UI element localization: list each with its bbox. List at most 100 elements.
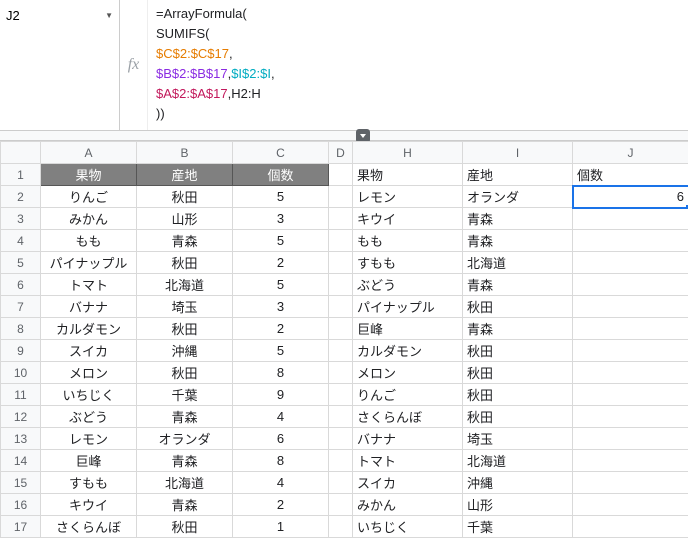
cell-D12[interactable] bbox=[329, 406, 353, 428]
cell-J4[interactable] bbox=[573, 230, 688, 252]
cell-B7[interactable]: 埼玉 bbox=[137, 296, 233, 318]
cell-D7[interactable] bbox=[329, 296, 353, 318]
cell-J6[interactable] bbox=[573, 274, 688, 296]
cell-A5[interactable]: パイナップル bbox=[41, 252, 137, 274]
cell-J1[interactable]: 個数 bbox=[573, 164, 688, 186]
cell-I15[interactable]: 沖縄 bbox=[463, 472, 573, 494]
cell-I16[interactable]: 山形 bbox=[463, 494, 573, 516]
cell-D17[interactable] bbox=[329, 516, 353, 538]
cell-B2[interactable]: 秋田 bbox=[137, 186, 233, 208]
cell-H12[interactable]: さくらんぼ bbox=[353, 406, 463, 428]
cell-I3[interactable]: 青森 bbox=[463, 208, 573, 230]
cell-H11[interactable]: りんご bbox=[353, 384, 463, 406]
cell-J7[interactable] bbox=[573, 296, 688, 318]
cell-H5[interactable]: すもも bbox=[353, 252, 463, 274]
cell-D2[interactable] bbox=[329, 186, 353, 208]
cell-B14[interactable]: 青森 bbox=[137, 450, 233, 472]
cell-I7[interactable]: 秋田 bbox=[463, 296, 573, 318]
cell-C16[interactable]: 2 bbox=[233, 494, 329, 516]
cell-B1[interactable]: 産地 bbox=[137, 164, 233, 186]
row-header-8[interactable]: 8 bbox=[1, 318, 41, 340]
row-header-2[interactable]: 2 bbox=[1, 186, 41, 208]
row-header-16[interactable]: 16 bbox=[1, 494, 41, 516]
col-header-I[interactable]: I bbox=[463, 142, 573, 164]
cell-I1[interactable]: 産地 bbox=[463, 164, 573, 186]
cell-C4[interactable]: 5 bbox=[233, 230, 329, 252]
cell-A3[interactable]: みかん bbox=[41, 208, 137, 230]
cell-D1[interactable] bbox=[329, 164, 353, 186]
cell-I14[interactable]: 北海道 bbox=[463, 450, 573, 472]
cell-H9[interactable]: カルダモン bbox=[353, 340, 463, 362]
formula-editor[interactable]: =ArrayFormula( SUMIFS( $C$2:$C$17, $B$2:… bbox=[148, 0, 283, 130]
row-header-17[interactable]: 17 bbox=[1, 516, 41, 538]
cell-D15[interactable] bbox=[329, 472, 353, 494]
cell-J10[interactable] bbox=[573, 362, 688, 384]
cell-I6[interactable]: 青森 bbox=[463, 274, 573, 296]
row-header-7[interactable]: 7 bbox=[1, 296, 41, 318]
cell-A14[interactable]: 巨峰 bbox=[41, 450, 137, 472]
cell-A10[interactable]: メロン bbox=[41, 362, 137, 384]
cell-A8[interactable]: カルダモン bbox=[41, 318, 137, 340]
cell-B6[interactable]: 北海道 bbox=[137, 274, 233, 296]
row-header-9[interactable]: 9 bbox=[1, 340, 41, 362]
cell-C11[interactable]: 9 bbox=[233, 384, 329, 406]
cell-C5[interactable]: 2 bbox=[233, 252, 329, 274]
cell-I9[interactable]: 秋田 bbox=[463, 340, 573, 362]
cell-I17[interactable]: 千葉 bbox=[463, 516, 573, 538]
cell-D16[interactable] bbox=[329, 494, 353, 516]
cell-A9[interactable]: スイカ bbox=[41, 340, 137, 362]
cell-A15[interactable]: すもも bbox=[41, 472, 137, 494]
cell-D3[interactable] bbox=[329, 208, 353, 230]
cell-J14[interactable] bbox=[573, 450, 688, 472]
cell-B16[interactable]: 青森 bbox=[137, 494, 233, 516]
col-header-H[interactable]: H bbox=[353, 142, 463, 164]
cell-H4[interactable]: もも bbox=[353, 230, 463, 252]
cell-H2[interactable]: レモン bbox=[353, 186, 463, 208]
row-header-6[interactable]: 6 bbox=[1, 274, 41, 296]
cell-D4[interactable] bbox=[329, 230, 353, 252]
cell-I2[interactable]: オランダ bbox=[463, 186, 573, 208]
cell-D13[interactable] bbox=[329, 428, 353, 450]
cell-A2[interactable]: りんご bbox=[41, 186, 137, 208]
cell-J5[interactable] bbox=[573, 252, 688, 274]
name-box[interactable]: J2 bbox=[6, 8, 20, 23]
cell-I8[interactable]: 青森 bbox=[463, 318, 573, 340]
cell-C17[interactable]: 1 bbox=[233, 516, 329, 538]
cell-I5[interactable]: 北海道 bbox=[463, 252, 573, 274]
cell-H14[interactable]: トマト bbox=[353, 450, 463, 472]
cell-B3[interactable]: 山形 bbox=[137, 208, 233, 230]
cell-H16[interactable]: みかん bbox=[353, 494, 463, 516]
select-all-corner[interactable] bbox=[1, 142, 41, 164]
cell-B11[interactable]: 千葉 bbox=[137, 384, 233, 406]
cell-C6[interactable]: 5 bbox=[233, 274, 329, 296]
cell-B4[interactable]: 青森 bbox=[137, 230, 233, 252]
cell-B10[interactable]: 秋田 bbox=[137, 362, 233, 384]
cell-A6[interactable]: トマト bbox=[41, 274, 137, 296]
cell-D11[interactable] bbox=[329, 384, 353, 406]
col-header-B[interactable]: B bbox=[137, 142, 233, 164]
cell-C10[interactable]: 8 bbox=[233, 362, 329, 384]
cell-A13[interactable]: レモン bbox=[41, 428, 137, 450]
cell-I12[interactable]: 秋田 bbox=[463, 406, 573, 428]
cell-I11[interactable]: 秋田 bbox=[463, 384, 573, 406]
cell-C7[interactable]: 3 bbox=[233, 296, 329, 318]
cell-I10[interactable]: 秋田 bbox=[463, 362, 573, 384]
row-header-4[interactable]: 4 bbox=[1, 230, 41, 252]
cell-C14[interactable]: 8 bbox=[233, 450, 329, 472]
cell-H7[interactable]: パイナップル bbox=[353, 296, 463, 318]
cell-J13[interactable] bbox=[573, 428, 688, 450]
cell-J3[interactable] bbox=[573, 208, 688, 230]
cell-H15[interactable]: スイカ bbox=[353, 472, 463, 494]
cell-D10[interactable] bbox=[329, 362, 353, 384]
cell-A12[interactable]: ぶどう bbox=[41, 406, 137, 428]
cell-H3[interactable]: キウイ bbox=[353, 208, 463, 230]
row-header-12[interactable]: 12 bbox=[1, 406, 41, 428]
col-header-A[interactable]: A bbox=[41, 142, 137, 164]
name-box-dropdown-icon[interactable]: ▼ bbox=[105, 11, 113, 20]
cell-D6[interactable] bbox=[329, 274, 353, 296]
cell-B5[interactable]: 秋田 bbox=[137, 252, 233, 274]
row-header-13[interactable]: 13 bbox=[1, 428, 41, 450]
cell-C1[interactable]: 個数 bbox=[233, 164, 329, 186]
cell-I4[interactable]: 青森 bbox=[463, 230, 573, 252]
cell-D14[interactable] bbox=[329, 450, 353, 472]
